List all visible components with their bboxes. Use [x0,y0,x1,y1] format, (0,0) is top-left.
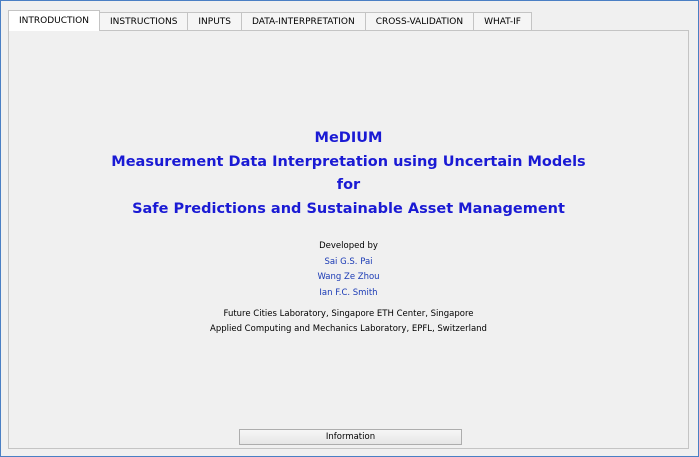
author-name: Ian F.C. Smith [319,287,378,298]
tab-what-if[interactable]: WHAT-IF [473,12,532,31]
app-subtitle-line-3: Safe Predictions and Sustainable Asset M… [132,200,565,217]
app-name: MeDIUM [314,130,383,146]
tab-data-interpretation[interactable]: DATA-INTERPRETATION [241,12,366,31]
tab-instructions[interactable]: INSTRUCTIONS [99,12,189,31]
introduction-panel: MeDIUM Measurement Data Interpretation u… [8,30,689,449]
tab-inputs[interactable]: INPUTS [187,12,243,31]
information-button[interactable]: Information [239,429,462,445]
tab-bar: INTRODUCTION INSTRUCTIONS INPUTS DATA-IN… [8,10,532,31]
tab-cross-validation[interactable]: CROSS-VALIDATION [364,12,475,31]
developers-block: Developed by Sai G.S. Pai Wang Ze Zhou I… [9,239,688,301]
author-name: Sai G.S. Pai [324,256,373,267]
developed-by-label: Developed by [319,241,378,251]
app-window: INTRODUCTION INSTRUCTIONS INPUTS DATA-IN… [0,0,699,457]
author-name: Wang Ze Zhou [317,272,380,282]
app-title-block: MeDIUM Measurement Data Interpretation u… [9,127,688,221]
app-subtitle-line-1: Measurement Data Interpretation using Un… [111,153,586,170]
app-subtitle-line-2: for [336,177,361,193]
affiliations-block: Future Cities Laboratory, Singapore ETH … [9,307,688,337]
affiliation-line: Future Cities Laboratory, Singapore ETH … [223,309,474,319]
affiliation-line: Applied Computing and Mechanics Laborato… [210,324,487,334]
tab-introduction[interactable]: INTRODUCTION [8,10,100,31]
